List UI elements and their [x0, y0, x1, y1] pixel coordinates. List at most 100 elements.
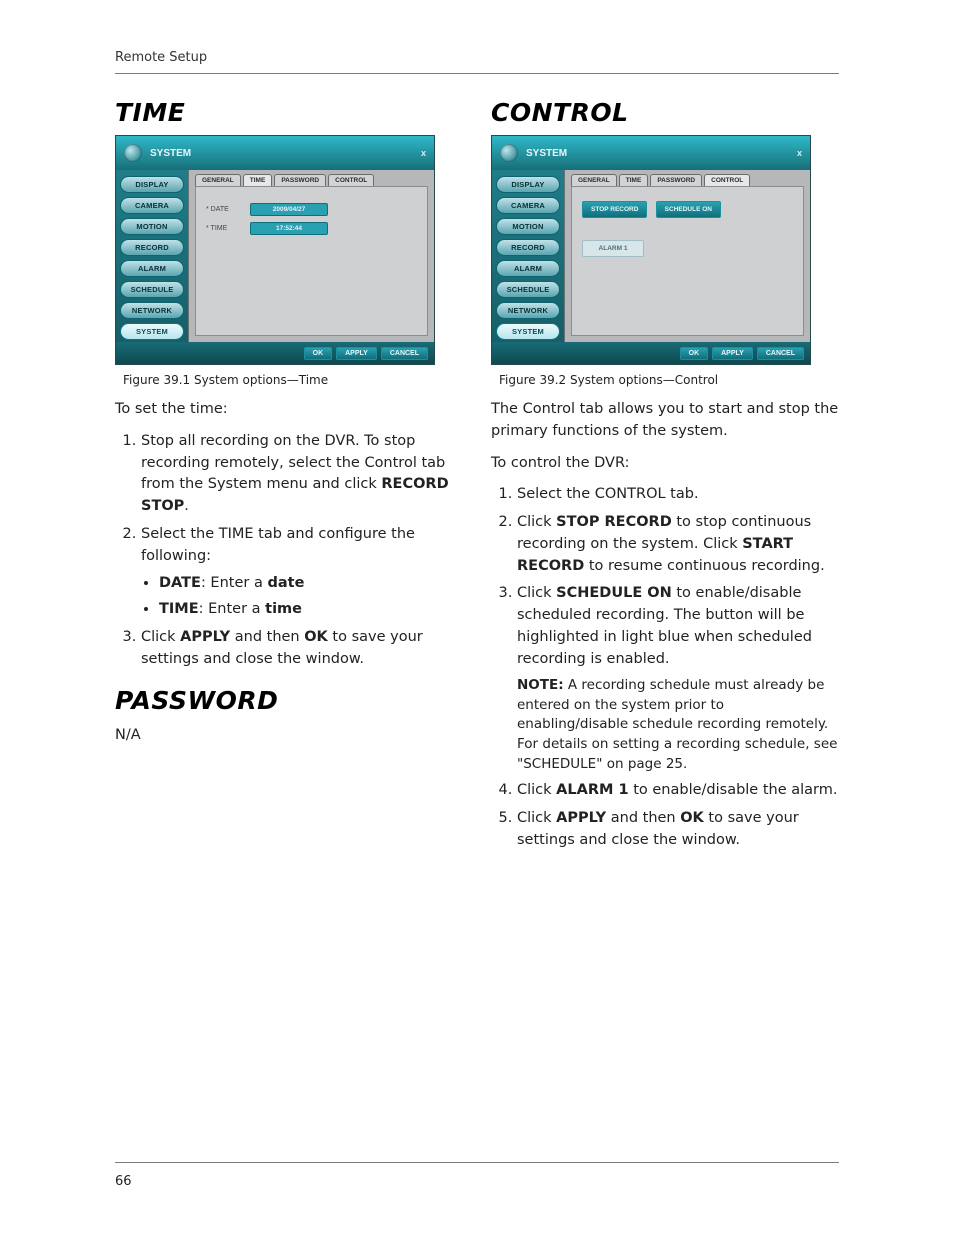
sidebar-record[interactable]: RECORD [496, 239, 560, 256]
text-strong: APPLY [556, 810, 606, 826]
time-body: To set the time: Stop all recording on t… [115, 399, 463, 670]
text: : Enter a [201, 575, 268, 591]
ok-button[interactable]: OK [304, 347, 333, 360]
time-value[interactable]: 17:52:44 [250, 222, 328, 235]
left-column: Time SYSTEM x DISPLAY CAMERA MOTION RECO… [115, 98, 463, 867]
shot-header: SYSTEM x [116, 136, 434, 170]
sidebar-display[interactable]: DISPLAY [496, 176, 560, 193]
header-rule [115, 73, 839, 74]
sidebar-camera[interactable]: CAMERA [496, 197, 560, 214]
shot-panel: GENERAL TIME PASSWORD CONTROL * DATE 200… [188, 170, 434, 342]
date-value[interactable]: 2009/04/27 [250, 203, 328, 216]
sidebar-system[interactable]: SYSTEM [120, 323, 184, 340]
shot-sidebar: DISPLAY CAMERA MOTION RECORD ALARM SCHED… [492, 170, 564, 342]
time-step-2: Select the TIME tab and configure the fo… [141, 524, 463, 621]
text-strong: time [265, 601, 302, 617]
sidebar-motion[interactable]: MOTION [120, 218, 184, 235]
sidebar-alarm[interactable]: ALARM [120, 260, 184, 277]
bullet-time: TIME: Enter a time [159, 599, 463, 621]
shot-sidebar: DISPLAY CAMERA MOTION RECORD ALARM SCHED… [116, 170, 188, 342]
tab-password[interactable]: PASSWORD [274, 174, 326, 186]
text-strong: OK [680, 810, 704, 826]
text-strong: SCHEDULE ON [556, 585, 672, 601]
control-step-3: Click SCHEDULE ON to enable/disable sche… [517, 583, 839, 774]
close-icon[interactable]: x [421, 148, 426, 158]
time-label: * TIME [206, 225, 242, 232]
date-label: * DATE [206, 206, 242, 213]
shot-panel: GENERAL TIME PASSWORD CONTROL STOP RECOR… [564, 170, 810, 342]
footer-rule [115, 1162, 839, 1163]
panel-body-control: STOP RECORD SCHEDULE ON ALARM 1 [571, 186, 804, 336]
control-body: The Control tab allows you to start and … [491, 399, 839, 851]
sidebar-alarm[interactable]: ALARM [496, 260, 560, 277]
tab-time[interactable]: TIME [243, 174, 273, 186]
sidebar-network[interactable]: NETWORK [496, 302, 560, 319]
shot-tabs: GENERAL TIME PASSWORD CONTROL [565, 170, 810, 186]
figure-control-screenshot: SYSTEM x DISPLAY CAMERA MOTION RECORD AL… [491, 135, 811, 365]
document-page: Remote Setup Time SYSTEM x DISPLAY CAMER… [0, 0, 954, 1235]
control-intro: To control the DVR: [491, 453, 839, 475]
text-strong: OK [304, 629, 328, 645]
shot-header: SYSTEM x [492, 136, 810, 170]
password-heading: Password [115, 686, 463, 715]
text: Click [517, 810, 556, 826]
sidebar-system[interactable]: SYSTEM [496, 323, 560, 340]
text: and then [606, 810, 680, 826]
control-step-1: Select the CONTROL tab. [517, 484, 839, 506]
text: and then [230, 629, 304, 645]
figure-time-screenshot: SYSTEM x DISPLAY CAMERA MOTION RECORD AL… [115, 135, 435, 365]
close-icon[interactable]: x [797, 148, 802, 158]
control-note: NOTE: A recording schedule must already … [517, 676, 839, 774]
tab-general[interactable]: GENERAL [571, 174, 617, 186]
control-heading: Control [491, 98, 839, 127]
tab-control[interactable]: CONTROL [704, 174, 750, 186]
cancel-button[interactable]: CANCEL [381, 347, 428, 360]
apply-button[interactable]: APPLY [712, 347, 753, 360]
sidebar-camera[interactable]: CAMERA [120, 197, 184, 214]
sidebar-motion[interactable]: MOTION [496, 218, 560, 235]
shot-tabs: GENERAL TIME PASSWORD CONTROL [189, 170, 434, 186]
page-number: 66 [115, 1174, 132, 1189]
schedule-on-button[interactable]: SCHEDULE ON [656, 201, 721, 218]
cancel-button[interactable]: CANCEL [757, 347, 804, 360]
tab-time[interactable]: TIME [619, 174, 649, 186]
tab-password[interactable]: PASSWORD [650, 174, 702, 186]
gear-icon [500, 144, 518, 162]
shot-footer: OK APPLY CANCEL [492, 342, 810, 364]
time-step-3: Click APPLY and then OK to save your set… [141, 627, 463, 671]
text-strong: date [267, 575, 304, 591]
panel-body-time: * DATE 2009/04/27 * TIME 17:52:44 [195, 186, 428, 336]
control-step-5: Click APPLY and then OK to save your set… [517, 808, 839, 852]
sidebar-schedule[interactable]: SCHEDULE [496, 281, 560, 298]
ok-button[interactable]: OK [680, 347, 709, 360]
text: . [184, 498, 189, 514]
sidebar-display[interactable]: DISPLAY [120, 176, 184, 193]
note-body: A recording schedule must already be ent… [517, 677, 837, 771]
alarm1-button[interactable]: ALARM 1 [582, 240, 644, 257]
running-header: Remote Setup [60, 50, 894, 65]
apply-button[interactable]: APPLY [336, 347, 377, 360]
text: : Enter a [199, 601, 266, 617]
shot-title: SYSTEM [526, 148, 567, 159]
text-strong: TIME [159, 601, 199, 617]
text: Click [141, 629, 180, 645]
tab-control[interactable]: CONTROL [328, 174, 374, 186]
text: Select the TIME tab and configure the fo… [141, 526, 415, 564]
note-label: NOTE: [517, 677, 564, 693]
figure-control-caption: Figure 39.2 System options—Control [499, 373, 839, 387]
shot-footer: OK APPLY CANCEL [116, 342, 434, 364]
control-step-2: Click STOP RECORD to stop continuous rec… [517, 512, 839, 577]
stop-record-button[interactable]: STOP RECORD [582, 201, 647, 218]
text: to enable/disable the alarm. [629, 782, 838, 798]
time-intro: To set the time: [115, 399, 463, 421]
sidebar-network[interactable]: NETWORK [120, 302, 184, 319]
gear-icon [124, 144, 142, 162]
tab-general[interactable]: GENERAL [195, 174, 241, 186]
bullet-date: DATE: Enter a date [159, 573, 463, 595]
text: Click [517, 514, 556, 530]
sidebar-schedule[interactable]: SCHEDULE [120, 281, 184, 298]
text-strong: DATE [159, 575, 201, 591]
sidebar-record[interactable]: RECORD [120, 239, 184, 256]
password-body: N/A [115, 725, 463, 747]
shot-title: SYSTEM [150, 148, 191, 159]
